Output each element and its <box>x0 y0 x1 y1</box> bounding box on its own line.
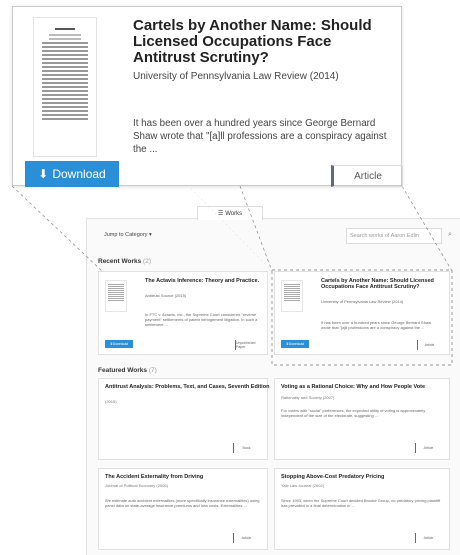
work-venue: Rationality and Society (2007) <box>281 395 335 400</box>
recent-works-count: (2) <box>143 258 151 265</box>
download-button[interactable]: ⬇ Download <box>25 161 119 187</box>
works-grid-icon: ☰ <box>217 211 224 217</box>
work-abstract: In FTC v. Actavis, Inc., the Supreme Cou… <box>145 312 258 327</box>
recent-work-card[interactable]: The Actavis Inference: Theory and Practi… <box>98 271 268 355</box>
work-abstract: It has been over a hundred years since G… <box>133 118 387 155</box>
download-button[interactable]: ⬇ Download <box>105 340 133 348</box>
work-abstract: It has been over a hundred years since G… <box>321 320 432 330</box>
tab-works-label: Works <box>225 210 243 217</box>
document-thumbnail[interactable] <box>281 280 303 312</box>
work-title[interactable]: Antitrust Analysis: Problems, Text, and … <box>105 384 270 391</box>
featured-work-card[interactable]: Stopping Above-Cost Predatory Pricing Ya… <box>274 468 450 550</box>
caret-down-icon: ▾ <box>148 232 152 238</box>
work-type-badge: Unpublished Paper <box>235 340 259 350</box>
featured-work-card[interactable]: Voting as a Rational Choice: Why and How… <box>274 378 450 460</box>
search-input[interactable]: Search works of Aaron Edlin <box>346 228 442 244</box>
tab-works[interactable]: ☰ Works <box>197 206 263 220</box>
work-title[interactable]: The Accident Externality from Driving <box>105 474 270 481</box>
document-thumbnail[interactable] <box>105 280 127 312</box>
featured-work-card[interactable]: Antitrust Analysis: Problems, Text, and … <box>98 378 270 460</box>
document-thumbnail[interactable] <box>33 17 97 157</box>
download-label: Download <box>112 342 129 346</box>
work-title[interactable]: Cartels by Another Name: Should Licensed… <box>321 278 439 290</box>
work-venue: University of Pennsylvania Law Review (2… <box>133 71 339 82</box>
recent-works-title: Recent Works <box>98 258 142 265</box>
download-button[interactable]: ⬇ Download <box>281 340 309 348</box>
recent-work-card[interactable]: Cartels by Another Name: Should Licensed… <box>274 271 450 355</box>
download-label: Download <box>52 167 106 181</box>
work-type-badge: Article <box>415 443 441 453</box>
work-abstract: Since 1993, when the Supreme Court decid… <box>281 498 441 508</box>
work-abstract: We estimate auto accident externalities … <box>105 498 260 508</box>
featured-works-heading: Featured Works (7) <box>98 367 157 374</box>
works-toolbar: Jump to Category ▾ Search works of Aaron… <box>96 228 456 244</box>
work-type-badge: Book <box>233 443 259 453</box>
work-type-badge: Article <box>331 165 403 187</box>
work-type-badge: Article <box>233 533 259 543</box>
work-title[interactable]: The Actavis Inference: Theory and Practi… <box>145 278 263 284</box>
featured-works-count: (7) <box>148 367 157 374</box>
featured-work-card[interactable]: The Accident Externality from Driving Jo… <box>98 468 268 550</box>
work-venue: Yale Law Journal (2002) <box>281 483 325 488</box>
recent-works-heading: Recent Works (2) <box>98 258 151 265</box>
download-label: Download <box>288 342 305 346</box>
download-icon: ⬇ <box>38 167 49 181</box>
work-type-badge: Article <box>415 533 441 543</box>
work-title[interactable]: Voting as a Rational Choice: Why and How… <box>281 384 446 391</box>
work-title[interactable]: Stopping Above-Cost Predatory Pricing <box>281 474 446 481</box>
work-title[interactable]: Cartels by Another Name: Should Licensed… <box>133 18 395 66</box>
work-venue: Antitrust Source (2015) <box>145 293 187 298</box>
work-abstract: For voters with "social" preferences, th… <box>281 408 426 418</box>
work-venue: (2015) <box>105 399 117 404</box>
work-venue: Journal of Political Economy (2006) <box>105 483 168 488</box>
jump-label: Jump to Category <box>104 232 148 238</box>
search-icon[interactable]: ⌕ <box>448 231 452 239</box>
page-stage: ⬇ Download Cartels by Another Name: Shou… <box>0 0 460 555</box>
featured-works-title: Featured Works <box>98 367 148 374</box>
zoomed-work-card[interactable]: ⬇ Download Cartels by Another Name: Shou… <box>12 6 403 187</box>
work-type-badge: Article <box>417 340 441 350</box>
work-venue: University of Pennsylvania Law Review (2… <box>321 299 404 304</box>
jump-to-category-dropdown[interactable]: Jump to Category ▾ <box>104 232 152 238</box>
